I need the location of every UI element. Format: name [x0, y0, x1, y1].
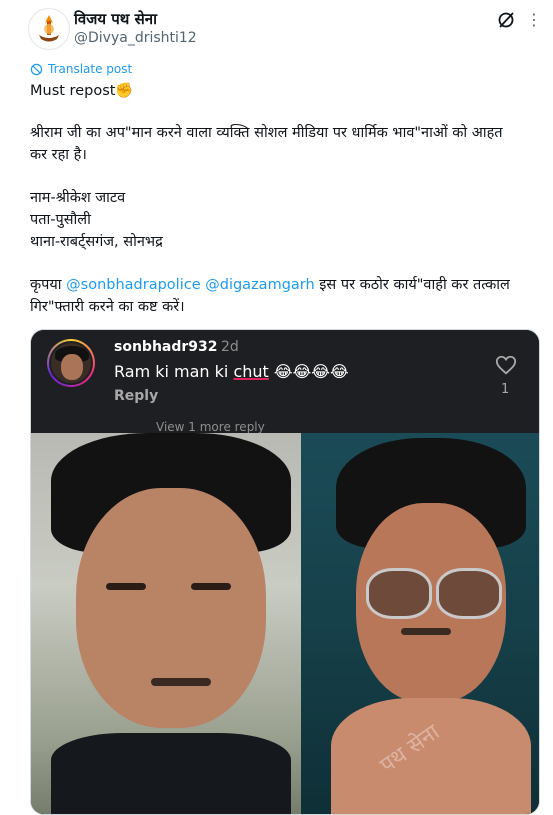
display-name[interactable]: विजय पथ सेना	[74, 9, 157, 29]
post-line: श्रीराम जी का अप"मान करने वाला व्यक्ति स…	[30, 125, 503, 141]
commenter-username: sonbhadr932	[114, 339, 218, 355]
post-line: पता-पुसौली	[30, 212, 91, 228]
comment-time: 2d	[221, 339, 239, 355]
avatar[interactable]	[28, 8, 70, 50]
like-count: 1	[501, 382, 510, 397]
comment-reply: Reply	[114, 388, 159, 404]
party-logo-icon	[32, 12, 66, 46]
photo-right: पथ सेना	[301, 433, 539, 814]
post-line: कृपया @sonbhadrapolice @digazamgarh इस प…	[30, 274, 510, 296]
comment-card: sonbhadr932 2d Ram ki man ki chut 😂😂😂😂 R…	[31, 330, 539, 434]
post-line: Must repost✊	[30, 83, 134, 99]
comment-text: Ram ki man ki chut 😂😂😂😂	[114, 362, 349, 381]
post-line: थाना-राबर्ट्सगंज, सोनभद्र	[30, 234, 163, 250]
post-line: नाम-श्रीकेश जाटव	[30, 190, 126, 206]
heart-icon	[495, 355, 517, 375]
post-text: इस पर कठोर कार्य"वाही कर तत्काल	[314, 277, 510, 293]
view-more-replies: View 1 more reply	[156, 420, 265, 434]
post-media[interactable]: sonbhadr932 2d Ram ki man ki chut 😂😂😂😂 R…	[30, 329, 540, 815]
handle[interactable]: @Divya_drishti12	[74, 30, 197, 46]
post-text: कृपया	[30, 277, 67, 293]
more-icon[interactable]: ⋮	[523, 9, 545, 31]
translate-icon	[30, 63, 43, 75]
post-line: गिर"फ्तारी करने का कष्ट करें।	[30, 299, 185, 315]
tweet: विजय पथ सेना @Divya_drishti12 ⋮ Translat…	[0, 0, 553, 815]
commenter-avatar	[47, 339, 95, 387]
mention-link[interactable]: @sonbhadrapolice	[66, 277, 200, 293]
translate-post-link[interactable]: Translate post	[30, 62, 132, 76]
grok-icon[interactable]	[496, 10, 516, 30]
post-line: कर रहा है।	[30, 147, 87, 163]
photo-left	[31, 433, 301, 814]
mention-link[interactable]: @digazamgarh	[205, 277, 314, 293]
translate-label: Translate post	[48, 62, 133, 76]
